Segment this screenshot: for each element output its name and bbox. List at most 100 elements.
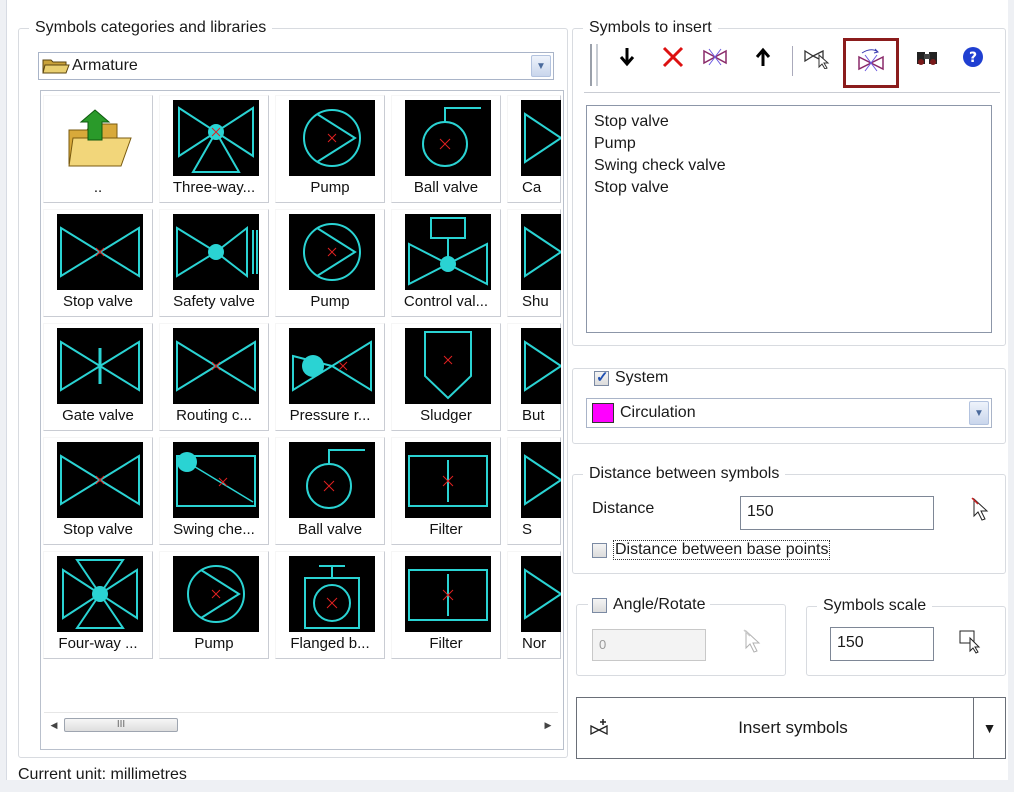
base-points-row[interactable]: Distance between base points: [592, 540, 831, 560]
symbol-tile[interactable]: Nor: [507, 551, 561, 659]
symbol-tile[interactable]: Four-way ...: [43, 551, 153, 659]
list-item[interactable]: Swing check valve: [594, 155, 984, 177]
symbol-tile[interactable]: Pump: [159, 551, 269, 659]
pick-angle-icon[interactable]: [742, 628, 764, 654]
category-select[interactable]: Armature ▼: [38, 52, 554, 80]
symbol-tile[interactable]: Flanged b...: [275, 551, 385, 659]
find-icon[interactable]: [912, 42, 942, 72]
scale-input[interactable]: 150: [830, 627, 934, 661]
three-way-valve-icon: [173, 100, 259, 176]
horizontal-scrollbar[interactable]: ◀ III ▶: [44, 712, 558, 734]
angle-input[interactable]: 0: [592, 629, 706, 661]
help-icon[interactable]: ?: [958, 42, 988, 72]
system-checkbox-row[interactable]: System: [590, 368, 673, 387]
symbol-tile[interactable]: Ca: [507, 95, 561, 203]
insert-symbols-button[interactable]: Insert symbols ▼: [576, 697, 1006, 759]
pick-distance-icon[interactable]: [970, 496, 992, 522]
symbol-tile[interactable]: Safety valve: [159, 209, 269, 317]
symbols-to-insert-title: Symbols to insert: [583, 19, 718, 37]
symbol-tile-label: Pump: [194, 635, 234, 652]
symbols-to-insert-list[interactable]: Stop valve Pump Swing check valve Stop v…: [586, 105, 992, 333]
symbol-tile-label: Sludger: [420, 407, 472, 424]
symbol-tile[interactable]: Three-way...: [159, 95, 269, 203]
symbol-tile-label: Four-way ...: [58, 635, 138, 652]
symbol-tile[interactable]: Ball valve: [391, 95, 501, 203]
scale-title: Symbols scale: [817, 597, 933, 615]
angle-checkbox[interactable]: [592, 597, 607, 613]
pump-icon: [173, 556, 259, 632]
folder-up-icon: [57, 100, 143, 176]
sludger-icon: [405, 328, 491, 404]
angle-checkbox-row[interactable]: Angle/Rotate: [588, 596, 710, 614]
symbol-tile[interactable]: Control val...: [391, 209, 501, 317]
symbol-tile[interactable]: Shu: [507, 209, 561, 317]
symbol-tile-label: Three-way...: [172, 179, 256, 196]
symbol-tile-label: Pressure r...: [289, 407, 371, 424]
category-select-value: Armature: [72, 57, 138, 74]
gate-valve-icon: [57, 328, 143, 404]
filter-icon: [405, 556, 491, 632]
symbol-tile-label: Swing che...: [173, 521, 255, 538]
distance-input[interactable]: 150: [740, 496, 934, 530]
symbol-tile-label: Filter: [429, 521, 463, 538]
symbols-categories-title: Symbols categories and libraries: [29, 19, 273, 37]
chevron-down-icon[interactable]: ▼: [973, 698, 1005, 758]
list-item[interactable]: Pump: [594, 133, 984, 155]
symbol-tile[interactable]: Routing c...: [159, 323, 269, 431]
partial-valve-icon: [521, 556, 561, 632]
symbol-tile[interactable]: Stop valve: [43, 209, 153, 317]
pump-icon: [289, 100, 375, 176]
scrollbar-thumb[interactable]: III: [64, 718, 178, 732]
chevron-down-icon[interactable]: ▼: [531, 55, 551, 77]
distance-label: Distance: [592, 500, 655, 517]
symbol-tile[interactable]: Ball valve: [275, 437, 385, 545]
symbol-tile-label: Flanged b...: [290, 635, 370, 652]
symbol-tile-label: Shu: [522, 293, 549, 310]
symbol-tile-label: But: [522, 407, 545, 424]
symbol-tile[interactable]: Pressure r...: [275, 323, 385, 431]
delete-icon[interactable]: [658, 42, 688, 72]
status-bar-text: Current unit: millimetres: [18, 766, 187, 783]
replace-symbol-icon[interactable]: [856, 46, 886, 76]
ball-valve-icon: [405, 100, 491, 176]
symbol-tile[interactable]: But: [507, 323, 561, 431]
scroll-left-icon[interactable]: ◀: [46, 717, 62, 733]
symbol-tile[interactable]: Pump: [275, 95, 385, 203]
symbol-tile-label: Routing c...: [176, 407, 252, 424]
symbol-tile[interactable]: Sludger: [391, 323, 501, 431]
move-down-icon[interactable]: [612, 42, 642, 72]
pick-scale-icon[interactable]: [958, 628, 981, 654]
system-checkbox[interactable]: [594, 368, 609, 386]
symbol-tile[interactable]: Swing che...: [159, 437, 269, 545]
symbol-tile-label: Stop valve: [62, 293, 134, 310]
symbol-tile[interactable]: Filter: [391, 437, 501, 545]
base-points-checkbox[interactable]: [592, 542, 607, 558]
symbol-tile[interactable]: ..: [43, 95, 153, 203]
symbol-tile[interactable]: Pump: [275, 209, 385, 317]
open-folder-icon: [42, 57, 70, 75]
symbol-tile[interactable]: Filter: [391, 551, 501, 659]
symbol-tile-label: Ball valve: [413, 179, 479, 196]
symbol-tile[interactable]: S: [507, 437, 561, 545]
partial-valve-icon: [521, 328, 561, 404]
flanged-valve-icon: [289, 556, 375, 632]
move-up-icon[interactable]: [748, 42, 778, 72]
partial-valve-icon: [521, 100, 561, 176]
ball-valve-icon: [289, 442, 375, 518]
swap-symbol-icon[interactable]: [700, 42, 730, 72]
distance-group-title: Distance between symbols: [583, 465, 786, 483]
list-item[interactable]: Stop valve: [594, 177, 984, 199]
scroll-right-icon[interactable]: ▶: [540, 717, 556, 733]
pick-symbol-icon[interactable]: [802, 42, 832, 72]
system-select[interactable]: Circulation ▼: [586, 398, 992, 428]
partial-valve-icon: [521, 214, 561, 290]
four-way-valve-icon: [57, 556, 143, 632]
symbol-tile[interactable]: Gate valve: [43, 323, 153, 431]
list-item[interactable]: Stop valve: [594, 111, 984, 133]
symbol-tile[interactable]: Stop valve: [43, 437, 153, 545]
stop-valve-icon: [57, 442, 143, 518]
symbol-tile-label: S: [522, 521, 533, 538]
angle-label: Angle/Rotate: [613, 596, 706, 613]
symbol-tile-label: Ball valve: [297, 521, 363, 538]
chevron-down-icon[interactable]: ▼: [969, 401, 989, 425]
